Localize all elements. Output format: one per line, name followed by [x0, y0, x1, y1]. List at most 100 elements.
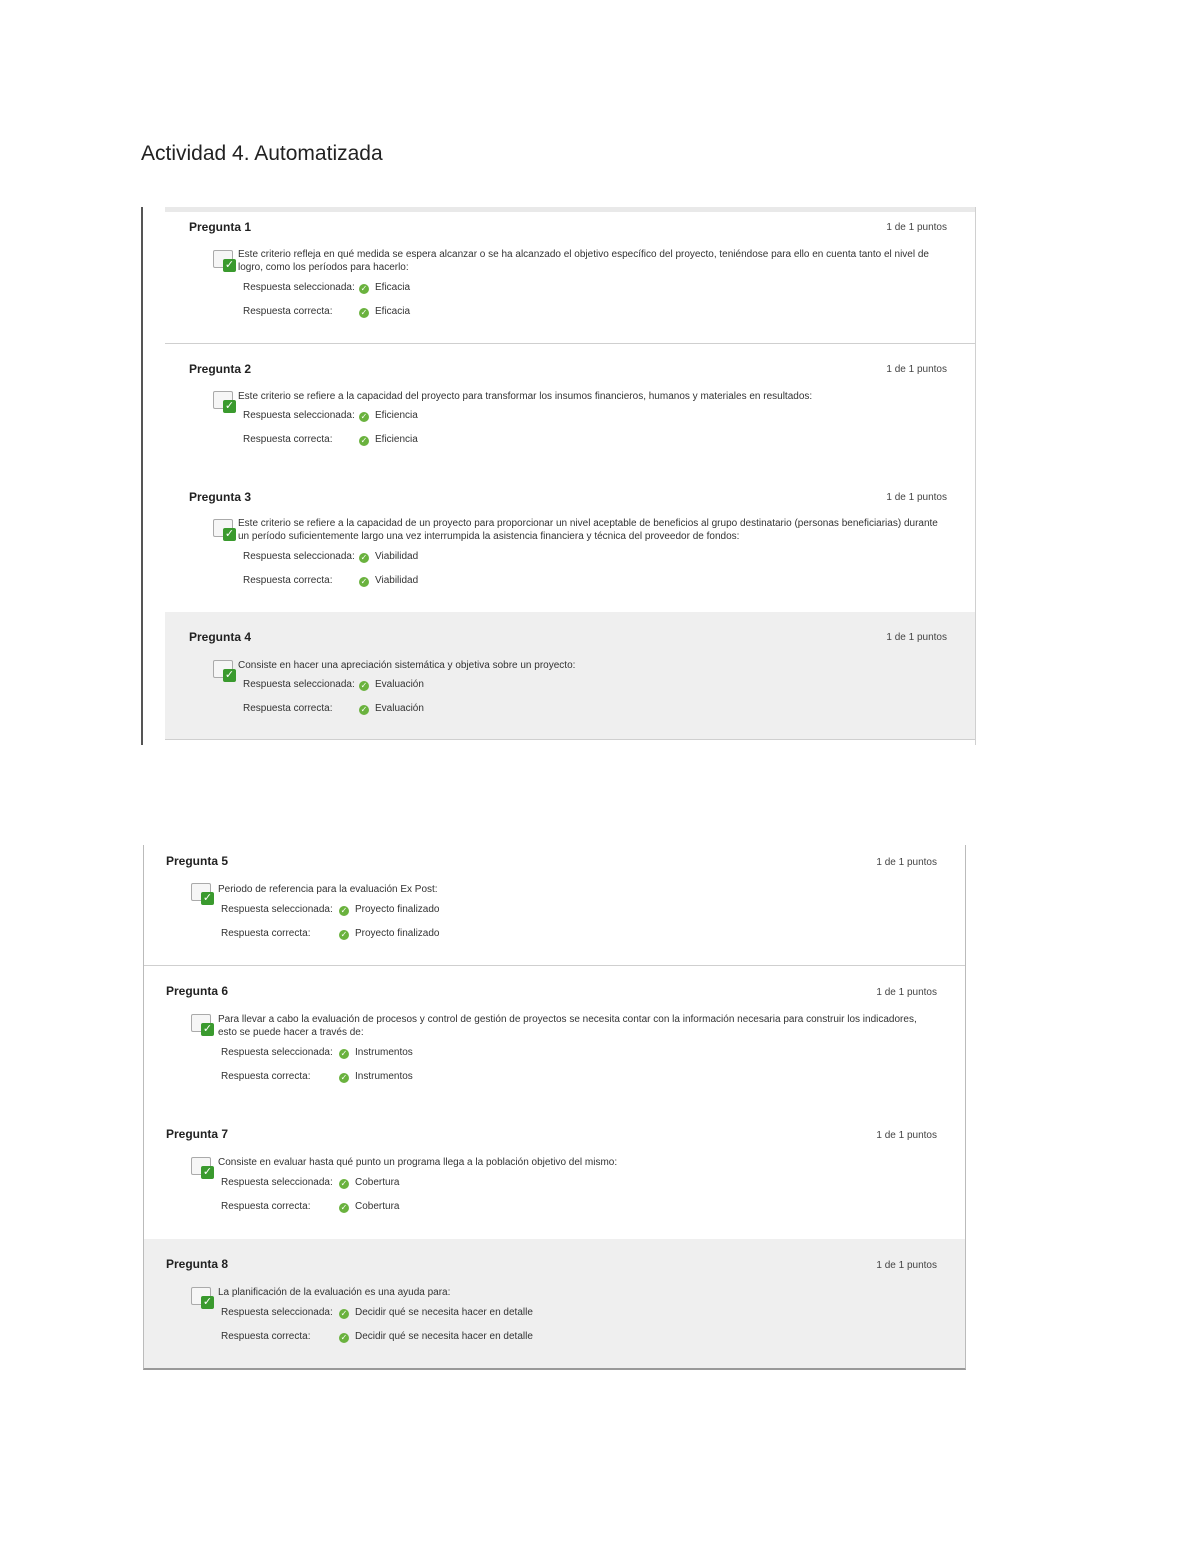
- correct-check-icon: ✓: [339, 906, 349, 916]
- question-check-icon: ✓: [191, 1014, 215, 1038]
- question-title: Pregunta 8: [166, 1257, 229, 1271]
- quiz-panel: Pregunta 1 1 de 1 puntos ✓ Este criterio…: [165, 207, 976, 745]
- correct-answer-value: Proyecto finalizado: [355, 928, 440, 939]
- document-title: Actividad 4. Automatizada: [141, 142, 383, 165]
- correct-answer-row: Respuesta correcta: ✓ Decidir qué se nec…: [221, 1331, 671, 1345]
- question-check-icon: ✓: [213, 250, 237, 274]
- question-title: Pregunta 3: [189, 490, 252, 504]
- correct-check-icon: ✓: [339, 1049, 349, 1059]
- correct-answer-value: Cobertura: [355, 1201, 400, 1212]
- correct-check-icon: ✓: [339, 930, 349, 940]
- correct-answer-value: Viabilidad: [375, 575, 419, 586]
- correct-check-icon: ✓: [359, 681, 369, 691]
- selected-answer-row: Respuesta seleccionada: ✓ Viabilidad: [243, 551, 643, 565]
- correct-check-icon: ✓: [359, 308, 369, 318]
- question-6: Pregunta 6 1 de 1 puntos ✓ Para llevar a…: [144, 966, 965, 1109]
- correct-answer-value: Evaluación: [375, 703, 424, 714]
- correct-answer-label: Respuesta correcta:: [243, 575, 333, 586]
- quiz-screenshot-1: Pregunta 1 1 de 1 puntos ✓ Este criterio…: [141, 207, 986, 745]
- question-points: 1 de 1 puntos: [886, 222, 947, 233]
- question-text: La planificación de la evaluación es una…: [218, 1287, 451, 1298]
- question-points: 1 de 1 puntos: [876, 1260, 937, 1271]
- correct-check-icon: ✓: [359, 436, 369, 446]
- quiz-screenshot-2: Pregunta 5 1 de 1 puntos ✓ Periodo de re…: [143, 845, 966, 1370]
- question-check-icon: ✓: [191, 883, 215, 907]
- question-4: Pregunta 4 1 de 1 puntos ✓ Consiste en h…: [165, 612, 975, 740]
- question-text: Para llevar a cabo la evaluación de proc…: [218, 1014, 917, 1038]
- selected-answer-label: Respuesta seleccionada:: [221, 1307, 333, 1318]
- selected-answer-value: Eficiencia: [375, 410, 418, 421]
- selected-answer-value: Cobertura: [355, 1177, 400, 1188]
- correct-answer-row: Respuesta correcta: ✓ Eficacia: [243, 306, 643, 320]
- correct-answer-label: Respuesta correcta:: [221, 1071, 311, 1082]
- selected-answer-label: Respuesta seleccionada:: [221, 1177, 333, 1188]
- correct-answer-value: Decidir qué se necesita hacer en detalle: [355, 1331, 533, 1342]
- correct-answer-value: Eficacia: [375, 306, 411, 317]
- question-8: Pregunta 8 1 de 1 puntos ✓ La planificac…: [144, 1239, 965, 1368]
- selected-answer-value: Decidir qué se necesita hacer en detalle: [355, 1307, 533, 1318]
- question-title: Pregunta 4: [189, 630, 252, 644]
- correct-check-icon: ✓: [359, 705, 369, 715]
- selected-answer-label: Respuesta seleccionada:: [221, 1047, 333, 1058]
- selected-answer-label: Respuesta seleccionada:: [221, 904, 333, 915]
- question-title: Pregunta 6: [166, 984, 229, 998]
- question-1: Pregunta 1 1 de 1 puntos ✓ Este criterio…: [165, 207, 975, 344]
- question-points: 1 de 1 puntos: [876, 857, 937, 868]
- question-text: Consiste en evaluar hasta qué punto un p…: [218, 1157, 618, 1168]
- correct-answer-row: Respuesta correcta: ✓ Evaluación: [243, 703, 643, 717]
- question-check-icon: ✓: [213, 519, 237, 543]
- selected-answer-label: Respuesta seleccionada:: [243, 679, 355, 690]
- question-check-icon: ✓: [191, 1287, 215, 1311]
- correct-check-icon: ✓: [359, 284, 369, 294]
- question-3: Pregunta 3 1 de 1 puntos ✓ Este criterio…: [165, 472, 975, 612]
- question-title: Pregunta 1: [189, 220, 252, 234]
- selected-answer-value: Proyecto finalizado: [355, 904, 440, 915]
- question-title: Pregunta 5: [166, 854, 229, 868]
- correct-answer-label: Respuesta correcta:: [243, 306, 333, 317]
- selected-answer-label: Respuesta seleccionada:: [243, 551, 355, 562]
- selected-answer-row: Respuesta seleccionada: ✓ Eficacia: [243, 282, 643, 296]
- selected-answer-row: Respuesta seleccionada: ✓ Cobertura: [221, 1177, 621, 1191]
- question-points: 1 de 1 puntos: [876, 987, 937, 998]
- correct-check-icon: ✓: [339, 1333, 349, 1343]
- question-text: Periodo de referencia para la evaluación…: [218, 884, 438, 895]
- correct-answer-value: Instrumentos: [355, 1071, 413, 1082]
- correct-answer-row: Respuesta correcta: ✓ Viabilidad: [243, 575, 643, 589]
- question-check-icon: ✓: [191, 1157, 215, 1181]
- question-points: 1 de 1 puntos: [886, 492, 947, 503]
- question-2: Pregunta 2 1 de 1 puntos ✓ Este criterio…: [165, 344, 975, 472]
- question-title: Pregunta 2: [189, 362, 252, 376]
- correct-answer-label: Respuesta correcta:: [221, 1201, 311, 1212]
- correct-check-icon: ✓: [339, 1179, 349, 1189]
- correct-check-icon: ✓: [359, 412, 369, 422]
- correct-answer-label: Respuesta correcta:: [221, 928, 311, 939]
- correct-answer-row: Respuesta correcta: ✓ Instrumentos: [221, 1071, 621, 1085]
- correct-check-icon: ✓: [339, 1073, 349, 1083]
- selected-answer-value: Evaluación: [375, 679, 424, 690]
- selected-answer-row: Respuesta seleccionada: ✓ Evaluación: [243, 679, 643, 693]
- correct-answer-row: Respuesta correcta: ✓ Cobertura: [221, 1201, 621, 1215]
- question-7: Pregunta 7 1 de 1 puntos ✓ Consiste en e…: [144, 1109, 965, 1239]
- correct-check-icon: ✓: [339, 1203, 349, 1213]
- selected-answer-label: Respuesta seleccionada:: [243, 410, 355, 421]
- selected-answer-row: Respuesta seleccionada: ✓ Decidir qué se…: [221, 1307, 671, 1321]
- question-title: Pregunta 7: [166, 1127, 229, 1141]
- selected-answer-value: Instrumentos: [355, 1047, 413, 1058]
- question-text: Consiste en hacer una apreciación sistem…: [238, 660, 576, 671]
- selected-answer-value: Viabilidad: [375, 551, 419, 562]
- question-text: Este criterio se refiere a la capacidad …: [238, 391, 813, 402]
- selected-answer-value: Eficacia: [375, 282, 411, 293]
- selected-answer-row: Respuesta seleccionada: ✓ Proyecto final…: [221, 904, 621, 918]
- correct-answer-label: Respuesta correcta:: [243, 703, 333, 714]
- question-5: Pregunta 5 1 de 1 puntos ✓ Periodo de re…: [144, 845, 965, 966]
- question-text: Este criterio refleja en qué medida se e…: [238, 249, 929, 273]
- question-points: 1 de 1 puntos: [886, 632, 947, 643]
- correct-answer-label: Respuesta correcta:: [243, 434, 333, 445]
- question-check-icon: ✓: [213, 660, 237, 684]
- correct-check-icon: ✓: [359, 577, 369, 587]
- correct-check-icon: ✓: [359, 553, 369, 563]
- question-check-icon: ✓: [213, 391, 237, 415]
- correct-answer-label: Respuesta correcta:: [221, 1331, 311, 1342]
- selected-answer-row: Respuesta seleccionada: ✓ Instrumentos: [221, 1047, 621, 1061]
- selected-answer-label: Respuesta seleccionada:: [243, 282, 355, 293]
